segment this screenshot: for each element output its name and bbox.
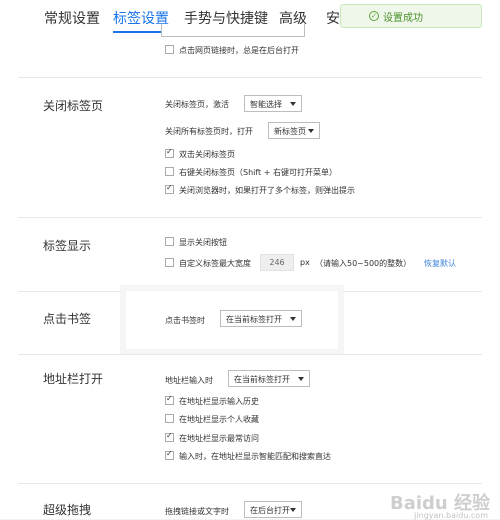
right-click-close-label: 右键关闭标签页（Shift + 右键可打开菜单） <box>179 168 337 177</box>
address-bar-select[interactable]: 在当前标签打开 <box>228 370 310 387</box>
show-most-visited-label: 在地址栏显示最常访问 <box>179 434 259 443</box>
close-tab-activate-label: 关闭标签页，激活 <box>165 100 229 109</box>
baidu-watermark: Baidu 经验 jingyan.baidu.com <box>390 489 490 520</box>
close-tab-activate-value: 智能选择 <box>250 100 282 109</box>
show-input-history-label: 在地址栏显示输入历史 <box>179 397 259 406</box>
tab-width-unit: px <box>300 258 310 267</box>
tab-display-section-title: 标签显示 <box>43 239 92 253</box>
double-click-close-label: 双击关闭标签页 <box>179 150 235 159</box>
close-tab-activate-select[interactable]: 智能选择 <box>244 95 302 112</box>
show-most-visited-checkbox[interactable] <box>165 431 174 442</box>
close-all-label: 关闭所有标签页时，打开 <box>165 127 253 136</box>
bookmark-click-section-title: 点击书签 <box>43 312 92 326</box>
super-drag-select[interactable]: 在后台打开 <box>244 501 302 518</box>
tab-security-partial[interactable]: 安 <box>326 8 340 28</box>
toast-text: 设置成功 <box>383 12 423 24</box>
chevron-down-icon <box>290 508 296 512</box>
address-bar-label: 地址栏输入时 <box>165 376 213 385</box>
divider <box>18 217 482 218</box>
tab-width-hint: （请输入50~500的整数） <box>315 259 412 268</box>
right-click-close-checkbox[interactable] <box>165 167 174 176</box>
open-link-background-label: 点击网页链接时，总是在后台打开 <box>179 46 299 55</box>
super-drag-value: 在后台打开 <box>250 506 290 515</box>
super-drag-label: 拖拽链接或文字时 <box>165 507 229 516</box>
close-all-select[interactable]: 新标签页 <box>268 122 320 139</box>
open-link-background-checkbox[interactable] <box>165 45 174 54</box>
custom-tab-width-label: 自定义标签最大宽度 <box>179 259 251 268</box>
smart-match-label: 输入时，在地址栏显示智能匹配和搜索直达 <box>179 452 331 461</box>
chevron-down-icon <box>308 129 314 133</box>
close-browser-prompt-checkbox[interactable] <box>165 183 174 194</box>
tab-width-input[interactable]: 246 <box>260 254 294 271</box>
show-favorites-checkbox[interactable] <box>165 414 174 423</box>
chevron-down-icon <box>298 377 304 381</box>
address-bar-value: 在当前标签打开 <box>234 375 290 384</box>
divider <box>18 354 482 355</box>
show-favorites-label: 在地址栏显示个人收藏 <box>179 415 259 424</box>
divider <box>18 483 482 484</box>
bookmark-click-value: 在当前标签打开 <box>226 315 282 324</box>
show-close-button-label: 显示关闭按钮 <box>179 238 227 247</box>
restore-default-link[interactable]: 恢复默认 <box>424 258 456 269</box>
address-bar-section-title: 地址栏打开 <box>43 372 104 386</box>
success-toast: ✓ 设置成功 <box>340 4 482 28</box>
divider <box>18 77 482 78</box>
smart-match-checkbox[interactable] <box>165 449 174 460</box>
close-browser-prompt-label: 关闭浏览器时，如果打开了多个标签，则弹出提示 <box>179 186 355 195</box>
super-drag-section-title: 超级拖拽 <box>43 503 92 517</box>
top-partial-dropdown[interactable] <box>161 24 305 37</box>
tab-general[interactable]: 常规设置 <box>44 8 100 28</box>
show-input-history-checkbox[interactable] <box>165 394 174 405</box>
bookmark-click-select[interactable]: 在当前标签打开 <box>220 310 302 327</box>
close-tab-section-title: 关闭标签页 <box>43 99 104 113</box>
chevron-down-icon <box>290 317 296 321</box>
active-tab-indicator <box>113 31 165 33</box>
double-click-close-checkbox[interactable] <box>165 147 174 158</box>
bookmark-click-label: 点击书签时 <box>165 316 205 325</box>
checkmark-circle-icon: ✓ <box>369 11 379 21</box>
chevron-down-icon <box>290 102 296 106</box>
settings-content: 点击网页链接时，总是在后台打开 关闭标签页 关闭标签页，激活 智能选择 关闭所有… <box>0 24 500 519</box>
custom-tab-width-checkbox[interactable] <box>165 258 174 267</box>
close-all-value: 新标签页 <box>274 127 306 136</box>
show-close-button-checkbox[interactable] <box>165 237 174 246</box>
